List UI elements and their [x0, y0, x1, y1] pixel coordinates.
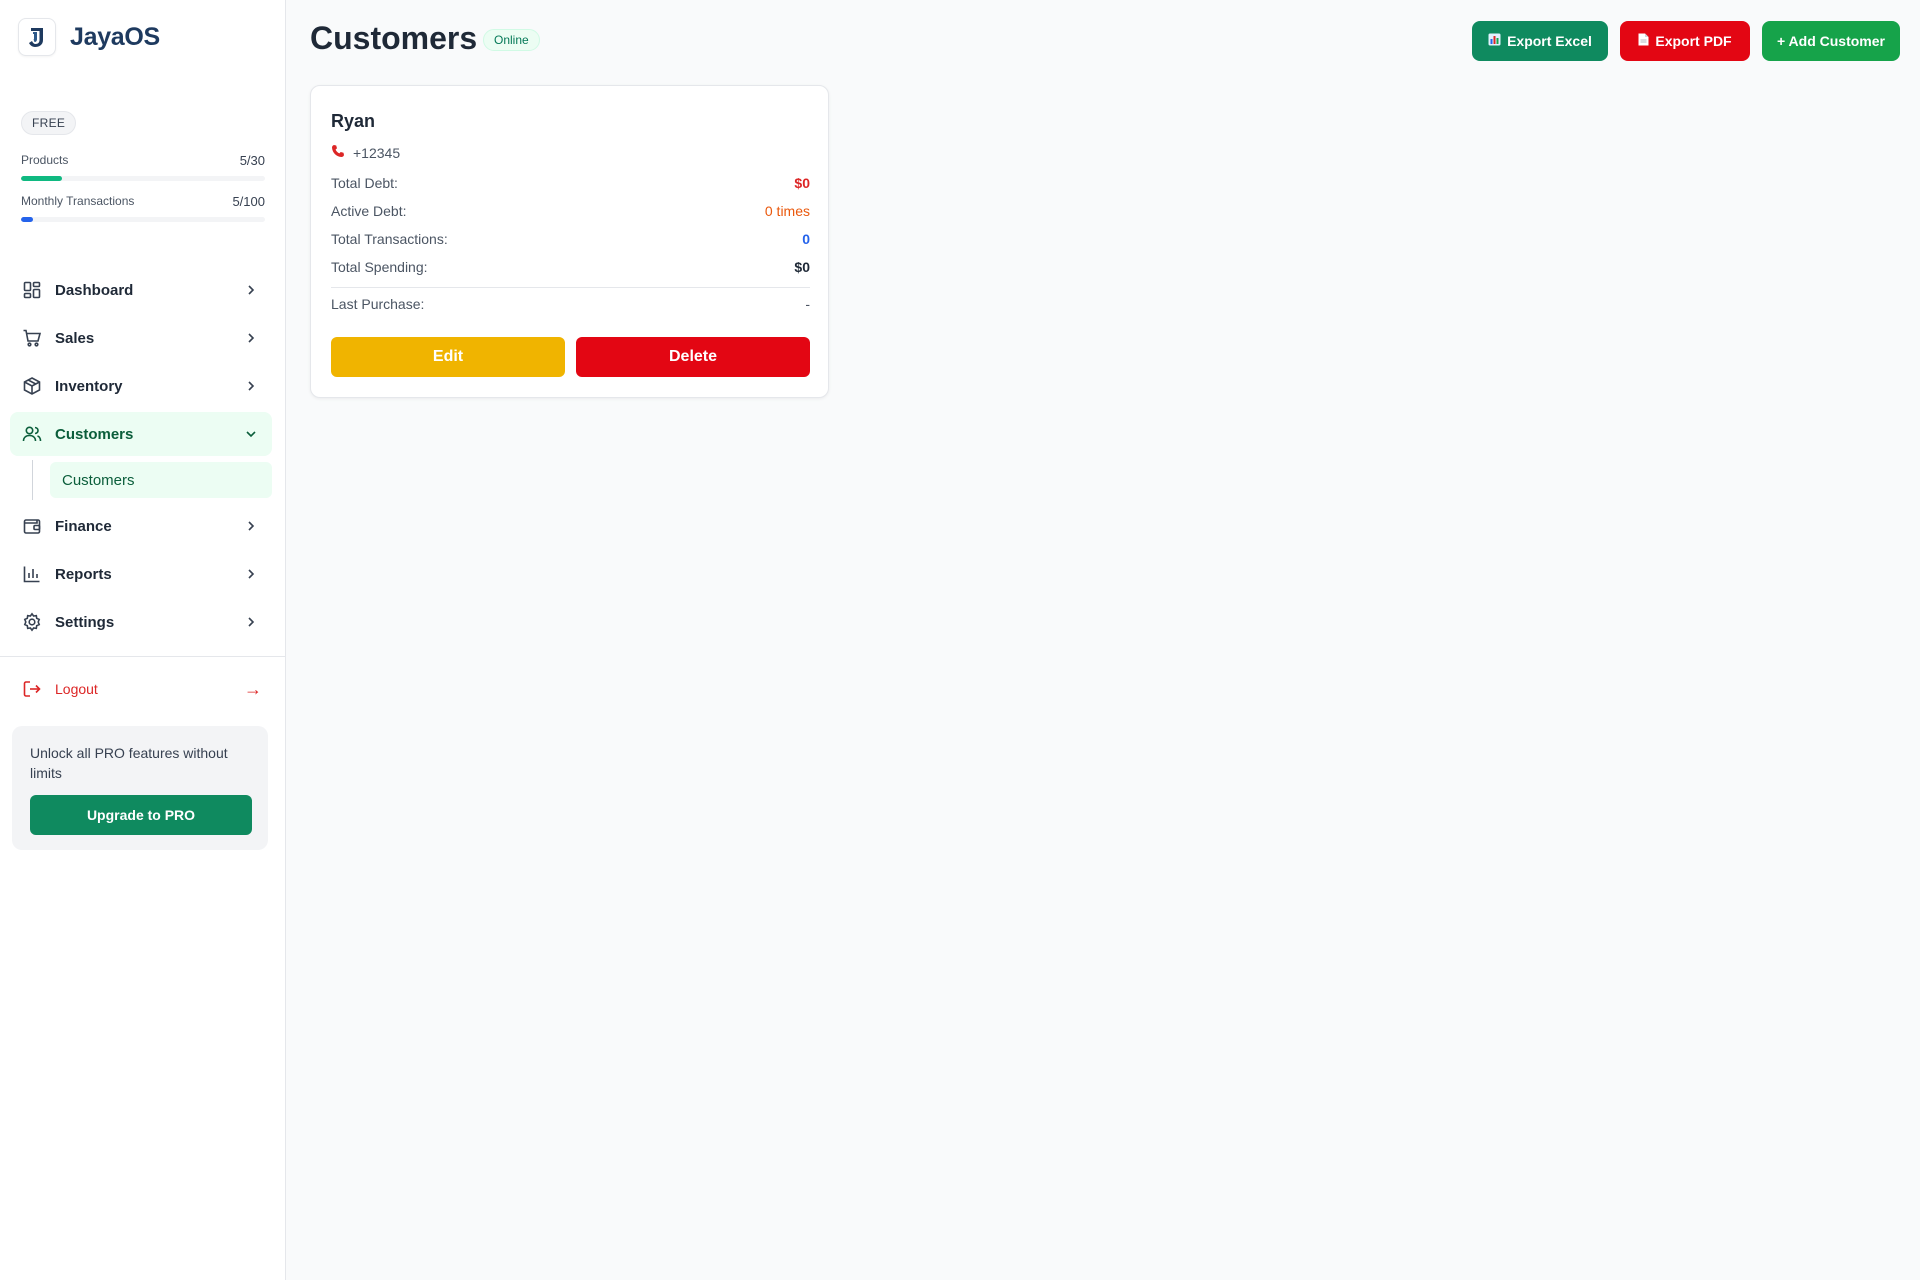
stat-active-debt: Active Debt: 0 times	[331, 203, 810, 219]
brand-name: JayaOS	[70, 22, 160, 51]
sidebar-divider	[0, 656, 285, 657]
chevron-down-icon	[244, 427, 258, 441]
sidebar-item-inventory[interactable]: Inventory	[10, 364, 272, 408]
usage-bar-fill	[21, 217, 34, 222]
export-pdf-button[interactable]: Export PDF	[1620, 21, 1750, 61]
brand[interactable]: JayaOS	[18, 18, 160, 56]
stat-total-spending: Total Spending: $0	[331, 259, 810, 275]
chevron-right-icon	[244, 379, 258, 393]
logout-label: Logout	[55, 681, 98, 697]
card-divider	[331, 287, 810, 288]
usage-bar-fill	[21, 176, 62, 181]
usage-products: Products 5/30	[21, 153, 265, 181]
submenu-item-customers[interactable]: Customers	[50, 462, 272, 498]
stat-value: $0	[794, 175, 810, 191]
status-badge: Online	[483, 29, 540, 51]
stat-label: Active Debt:	[331, 203, 407, 219]
logout-icon	[22, 679, 42, 699]
stat-label: Total Transactions:	[331, 231, 448, 247]
document-icon	[1638, 33, 1649, 49]
usage-bar	[21, 217, 265, 222]
submenu-line	[32, 460, 33, 500]
sidebar-item-customers[interactable]: Customers	[10, 412, 272, 456]
customer-name: Ryan	[331, 111, 376, 131]
dashboard-grid-icon	[22, 280, 42, 300]
export-excel-label: Export Excel	[1507, 33, 1592, 49]
customer-card: Ryan +12345 Total Debt: $0 Active Debt: …	[310, 85, 829, 398]
add-customer-button[interactable]: + Add Customer	[1762, 21, 1900, 61]
sidebar-item-label: Dashboard	[55, 281, 134, 299]
plan-badge: FREE	[21, 111, 77, 135]
stat-value: 0	[802, 231, 810, 247]
sidebar-item-label: Finance	[55, 517, 112, 535]
stat-label: Total Spending:	[331, 259, 428, 275]
gear-icon	[22, 612, 42, 632]
stat-last-purchase: Last Purchase: -	[331, 296, 810, 312]
chart-document-icon	[1488, 33, 1501, 49]
sidebar-item-label: Sales	[55, 329, 95, 347]
usage-value: 5/100	[232, 194, 265, 209]
shopping-cart-icon	[22, 328, 42, 348]
delete-button[interactable]: Delete	[576, 337, 810, 377]
usage-label: Products	[21, 153, 69, 167]
stat-label: Total Debt:	[331, 175, 398, 191]
stat-value: 0 times	[764, 203, 810, 219]
stat-label: Last Purchase:	[331, 296, 425, 312]
export-excel-button[interactable]: Export Excel	[1472, 21, 1608, 61]
promo-text: Unlock all PRO features without limits	[30, 745, 228, 781]
stat-total-debt: Total Debt: $0	[331, 175, 810, 191]
sidebar-nav: Dashboard Sales Inventory Customers Cust…	[10, 268, 272, 648]
usage-label: Monthly Transactions	[21, 194, 135, 208]
chevron-right-icon	[244, 331, 258, 345]
usage-transactions: Monthly Transactions 5/100	[21, 194, 265, 222]
usage-bar	[21, 176, 265, 181]
users-icon	[22, 424, 42, 444]
upgrade-promo: Unlock all PRO features without limits U…	[12, 726, 268, 850]
sidebar-item-settings[interactable]: Settings	[10, 600, 272, 644]
chevron-right-icon	[244, 615, 258, 629]
customers-submenu: Customers	[10, 460, 272, 500]
export-pdf-label: Export PDF	[1655, 33, 1732, 49]
sidebar-item-finance[interactable]: Finance	[10, 504, 272, 548]
sidebar: JayaOS FREE Products 5/30 Monthly Transa…	[0, 0, 286, 1280]
bar-chart-icon	[22, 564, 42, 584]
sidebar-item-label: Settings	[55, 613, 115, 631]
sidebar-item-label: Customers	[55, 425, 134, 443]
wallet-icon	[22, 516, 42, 536]
sidebar-item-dashboard[interactable]: Dashboard	[10, 268, 272, 312]
logout-arrow: →	[244, 678, 262, 699]
phone-number: +12345	[353, 144, 401, 161]
sidebar-item-sales[interactable]: Sales	[10, 316, 272, 360]
edit-button[interactable]: Edit	[331, 337, 565, 377]
sidebar-item-label: Inventory	[55, 377, 123, 395]
chevron-right-icon	[244, 567, 258, 581]
stat-value: -	[805, 296, 810, 312]
phone-icon	[331, 144, 345, 161]
sidebar-item-label: Reports	[55, 565, 112, 583]
page-title: Customers	[310, 20, 478, 56]
chevron-right-icon	[244, 519, 258, 533]
stat-total-transactions: Total Transactions: 0	[331, 231, 810, 247]
box-icon	[22, 376, 42, 396]
customer-phone: +12345	[331, 144, 400, 161]
chevron-right-icon	[244, 283, 258, 297]
logout-button[interactable]: Logout →	[22, 674, 262, 704]
brand-logo-icon	[18, 18, 56, 56]
upgrade-button[interactable]: Upgrade to PRO	[30, 795, 252, 835]
sidebar-item-reports[interactable]: Reports	[10, 552, 272, 596]
stat-value: $0	[794, 259, 810, 275]
usage-value: 5/30	[239, 153, 265, 168]
